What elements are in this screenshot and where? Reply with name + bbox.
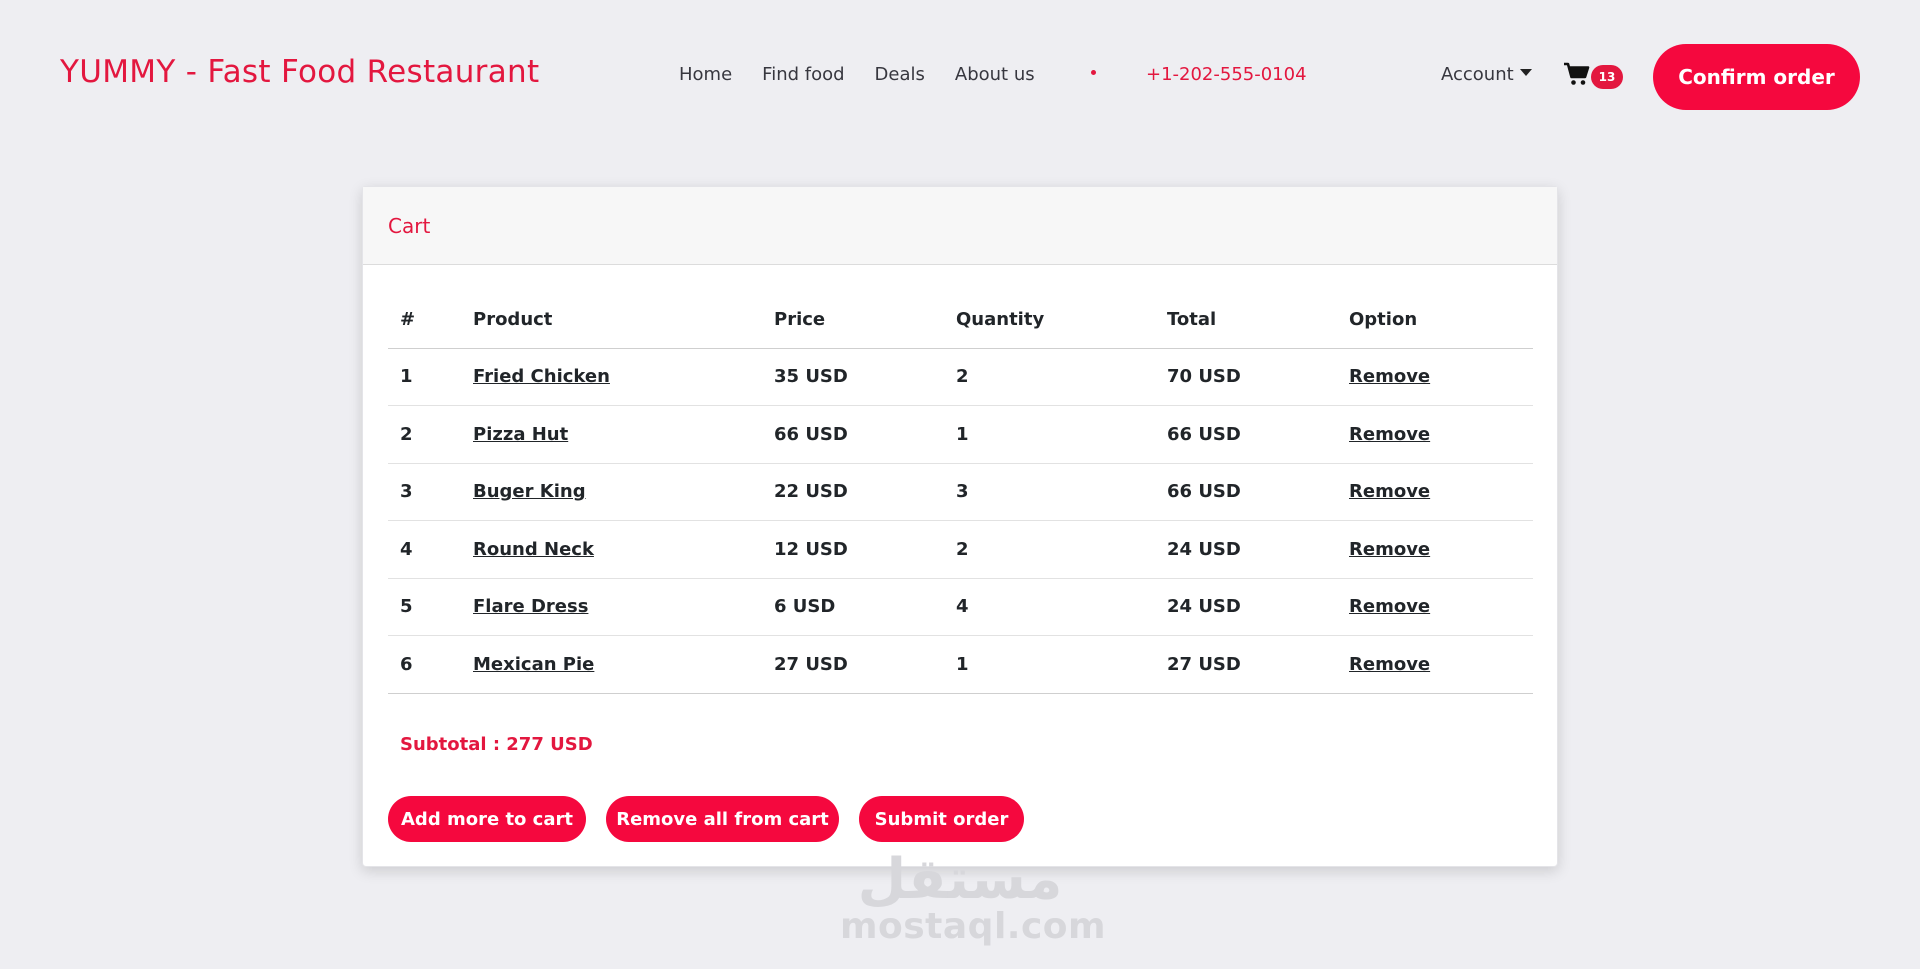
column-header-quantity: Quantity [944, 292, 1155, 349]
nav-home[interactable]: Home [679, 64, 732, 85]
row-quantity: 2 [944, 348, 1155, 406]
column-header-option: Option [1337, 292, 1533, 349]
column-header-product: Product [461, 292, 762, 349]
remove-link[interactable]: Remove [1349, 596, 1430, 617]
row-price: 22 USD [762, 463, 944, 521]
row-number: 6 [388, 635, 461, 694]
cart-count-badge: 13 [1591, 65, 1623, 89]
product-link[interactable]: Fried Chicken [473, 366, 610, 387]
watermark-arabic: مستقل [857, 847, 1063, 912]
product-link[interactable]: Buger King [473, 481, 586, 502]
row-total: 70 USD [1155, 348, 1337, 406]
account-label: Account [1441, 64, 1514, 85]
site-header: YUMMY - Fast Food Restaurant Home Find f… [0, 0, 1920, 150]
remove-link[interactable]: Remove [1349, 424, 1430, 445]
product-link[interactable]: Mexican Pie [473, 654, 594, 675]
nav-find-food[interactable]: Find food [762, 64, 844, 85]
table-row: 6 Mexican Pie 27 USD 1 27 USD Remove [388, 635, 1533, 694]
row-price: 27 USD [762, 635, 944, 694]
row-price: 12 USD [762, 520, 944, 579]
product-link[interactable]: Pizza Hut [473, 424, 568, 445]
shopping-cart-icon[interactable] [1564, 62, 1590, 90]
product-link[interactable]: Round Neck [473, 539, 594, 560]
column-header-price: Price [762, 292, 944, 349]
row-total: 24 USD [1155, 520, 1337, 579]
row-price: 35 USD [762, 348, 944, 406]
row-total: 66 USD [1155, 463, 1337, 521]
add-more-to-cart-button[interactable]: Add more to cart [388, 796, 586, 842]
row-total: 66 USD [1155, 405, 1337, 464]
row-number: 1 [388, 348, 461, 406]
remove-all-from-cart-button[interactable]: Remove all from cart [606, 796, 839, 842]
watermark-latin: mostaql.com [840, 906, 1107, 947]
row-number: 4 [388, 520, 461, 579]
cart-subtotal: Subtotal : 277 USD [400, 734, 593, 755]
product-link[interactable]: Flare Dress [473, 596, 588, 617]
nav-deals[interactable]: Deals [875, 64, 925, 85]
separator-dot [1091, 70, 1096, 75]
submit-order-button[interactable]: Submit order [859, 796, 1024, 842]
row-number: 2 [388, 405, 461, 464]
account-dropdown[interactable]: Account [1441, 64, 1532, 85]
remove-link[interactable]: Remove [1349, 481, 1430, 502]
row-total: 27 USD [1155, 635, 1337, 694]
row-quantity: 2 [944, 520, 1155, 579]
row-total: 24 USD [1155, 578, 1337, 636]
row-quantity: 1 [944, 635, 1155, 694]
remove-link[interactable]: Remove [1349, 539, 1430, 560]
cart-table: # Product Price Quantity Total Option 1 … [388, 292, 1533, 694]
caret-down-icon [1519, 69, 1532, 76]
row-quantity: 4 [944, 578, 1155, 636]
cart-card: Cart # Product Price Quantity Total Opti… [362, 186, 1558, 867]
main-nav: Home Find food Deals About us [679, 64, 1035, 85]
remove-link[interactable]: Remove [1349, 654, 1430, 675]
row-price: 66 USD [762, 405, 944, 464]
table-row: 3 Buger King 22 USD 3 66 USD Remove [388, 463, 1533, 521]
table-row: 4 Round Neck 12 USD 2 24 USD Remove [388, 520, 1533, 579]
brand-logo[interactable]: YUMMY - Fast Food Restaurant [60, 54, 539, 90]
row-price: 6 USD [762, 578, 944, 636]
row-quantity: 1 [944, 405, 1155, 464]
row-number: 5 [388, 578, 461, 636]
phone-number[interactable]: +1-202-555-0104 [1146, 64, 1307, 85]
row-number: 3 [388, 463, 461, 521]
table-row: 5 Flare Dress 6 USD 4 24 USD Remove [388, 578, 1533, 636]
confirm-order-button[interactable]: Confirm order [1653, 44, 1860, 110]
row-quantity: 3 [944, 463, 1155, 521]
table-row: 2 Pizza Hut 66 USD 1 66 USD Remove [388, 405, 1533, 464]
remove-link[interactable]: Remove [1349, 366, 1430, 387]
cart-title: Cart [363, 187, 1557, 265]
table-header-row: # Product Price Quantity Total Option [388, 292, 1533, 349]
table-row: 1 Fried Chicken 35 USD 2 70 USD Remove [388, 348, 1533, 406]
column-header-total: Total [1155, 292, 1337, 349]
column-header-number: # [388, 292, 461, 349]
nav-about-us[interactable]: About us [955, 64, 1035, 85]
